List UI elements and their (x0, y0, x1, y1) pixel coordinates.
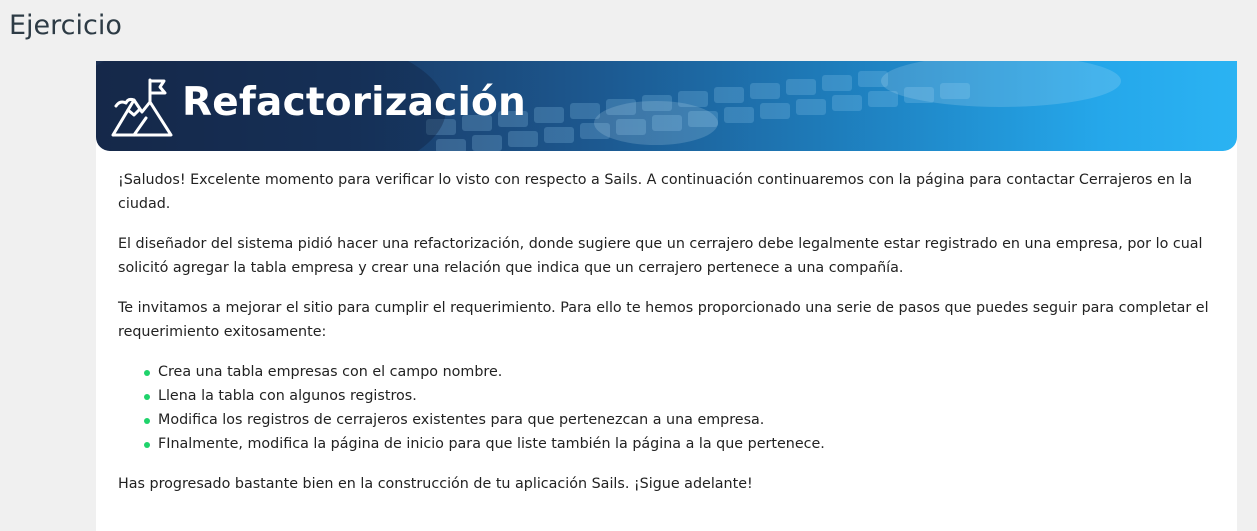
banner-title: Refactorización (182, 80, 526, 125)
list-item: FInalmente, modifica la página de inicio… (144, 432, 1218, 456)
bullet-icon (144, 394, 150, 400)
exercise-card: Refactorización ¡Saludos! Excelente mome… (96, 61, 1237, 531)
list-item: Modifica los registros de cerrajeros exi… (144, 408, 1218, 432)
page-title: Ejercicio (9, 10, 122, 41)
bullet-icon (144, 370, 150, 376)
step-text: FInalmente, modifica la página de inicio… (158, 436, 825, 452)
bullet-icon (144, 418, 150, 424)
description-paragraph: El diseñador del sistema pidió hacer una… (118, 236, 1203, 276)
step-text: Llena la tabla con algunos registros. (158, 388, 417, 404)
instructions-paragraph: Te invitamos a mejorar el sitio para cum… (118, 300, 1209, 340)
bullet-icon (144, 442, 150, 448)
mountain-flag-icon (111, 78, 173, 137)
steps-list: Crea una tabla empresas con el campo nom… (118, 360, 1218, 456)
step-text: Crea una tabla empresas con el campo nom… (158, 364, 503, 380)
exercise-content: ¡Saludos! Excelente momento para verific… (118, 168, 1218, 512)
step-text: Modifica los registros de cerrajeros exi… (158, 412, 765, 428)
closing-paragraph: Has progresado bastante bien en la const… (118, 476, 753, 492)
banner: Refactorización (96, 61, 1237, 151)
list-item: Crea una tabla empresas con el campo nom… (144, 360, 1218, 384)
intro-paragraph: ¡Saludos! Excelente momento para verific… (118, 172, 1193, 212)
list-item: Llena la tabla con algunos registros. (144, 384, 1218, 408)
